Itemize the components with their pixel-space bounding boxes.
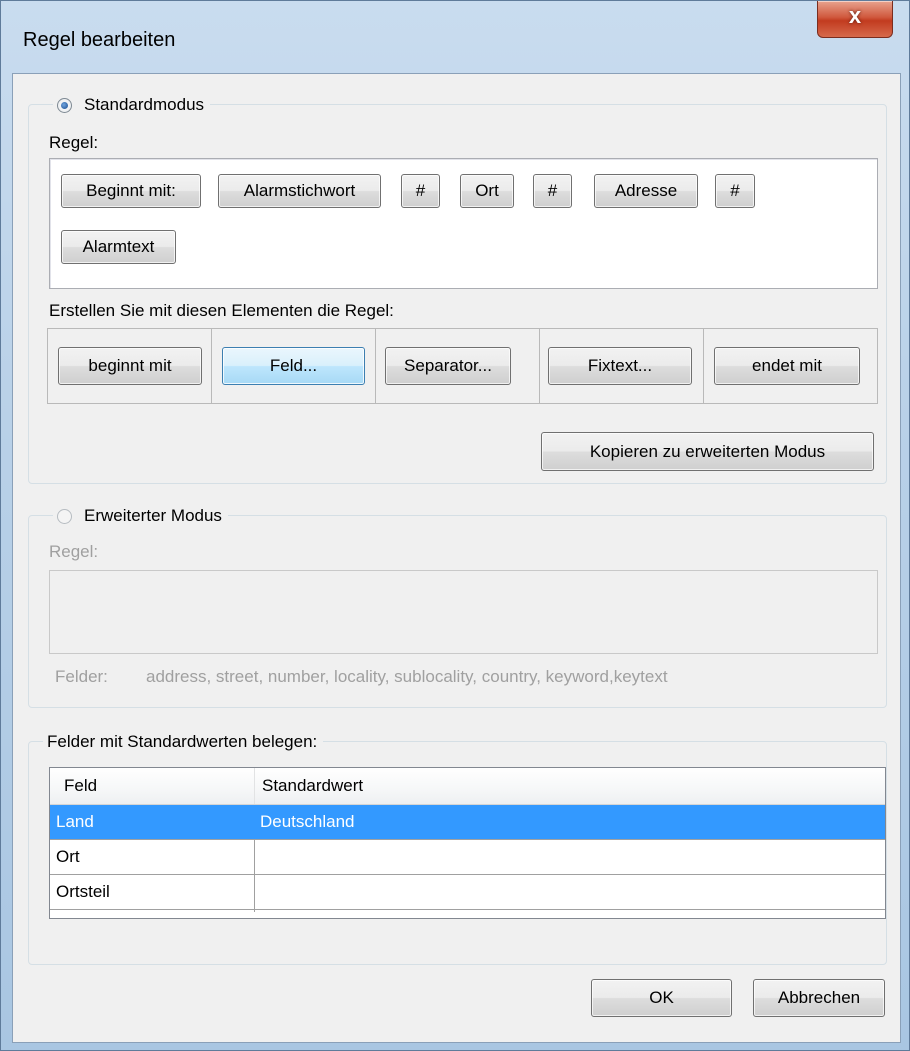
rule-token[interactable]: Alarmstichwort bbox=[218, 174, 381, 208]
defaults-group-legend: Felder mit Standardwerten belegen: bbox=[43, 731, 324, 753]
title-bar[interactable]: Regel bearbeiten x bbox=[1, 1, 909, 73]
advanced-rule-input bbox=[49, 570, 878, 654]
defaults-table[interactable]: Feld Standardwert Land Deutschland Ort O… bbox=[49, 767, 886, 919]
row-field: Land bbox=[56, 812, 94, 831]
standard-mode-radio[interactable]: Standardmodus bbox=[53, 94, 211, 116]
begins-with-button[interactable]: beginnt mit bbox=[58, 347, 202, 385]
row-field: Ort bbox=[56, 847, 80, 866]
grid-divider bbox=[50, 909, 885, 910]
rule-token[interactable]: Beginnt mit: bbox=[61, 174, 201, 208]
table-header: Feld Standardwert bbox=[50, 768, 885, 805]
rule-element-palette: beginnt mit Feld... Separator... Fixtext… bbox=[47, 328, 878, 404]
ends-with-button[interactable]: endet mit bbox=[714, 347, 860, 385]
rule-token[interactable]: # bbox=[401, 174, 440, 208]
grid-divider bbox=[50, 874, 885, 875]
separator-button[interactable]: Separator... bbox=[385, 347, 511, 385]
column-header-default[interactable]: Standardwert bbox=[254, 768, 884, 804]
rule-token[interactable]: # bbox=[533, 174, 572, 208]
grid-divider bbox=[254, 839, 255, 912]
defaults-group-label: Felder mit Standardwerten belegen: bbox=[47, 732, 318, 751]
cancel-button[interactable]: Abbrechen bbox=[753, 979, 885, 1017]
field-button[interactable]: Feld... bbox=[222, 347, 365, 385]
palette-label: Erstellen Sie mit diesen Elementen die R… bbox=[49, 301, 394, 320]
fixtext-button[interactable]: Fixtext... bbox=[548, 347, 692, 385]
advanced-mode-radio-icon[interactable] bbox=[57, 508, 72, 524]
row-value[interactable] bbox=[254, 875, 884, 909]
rule-token-box[interactable]: Beginnt mit: Alarmstichwort # Ort # Adre… bbox=[49, 158, 878, 289]
header-divider bbox=[254, 768, 255, 804]
standard-mode-label: Standardmodus bbox=[84, 95, 205, 114]
fields-list: address, street, number, locality, sublo… bbox=[146, 667, 668, 686]
rule-token[interactable]: Alarmtext bbox=[61, 230, 176, 264]
advanced-mode-radio[interactable]: Erweiterter Modus bbox=[53, 505, 228, 527]
row-value[interactable]: Deutschland bbox=[254, 805, 884, 839]
advanced-mode-label: Erweiterter Modus bbox=[84, 506, 222, 525]
rule-token[interactable]: Adresse bbox=[594, 174, 698, 208]
copy-to-advanced-button[interactable]: Kopieren zu erweiterten Modus bbox=[541, 432, 874, 471]
table-row[interactable]: Ortsteil bbox=[50, 875, 885, 909]
close-button[interactable]: x bbox=[817, 1, 893, 38]
table-row[interactable]: Land Deutschland bbox=[50, 805, 885, 839]
ok-button[interactable]: OK bbox=[591, 979, 732, 1017]
rule-token[interactable]: Ort bbox=[460, 174, 514, 208]
column-header-field[interactable]: Feld bbox=[50, 768, 254, 804]
close-icon: x bbox=[848, 3, 862, 28]
rule-token[interactable]: # bbox=[715, 174, 755, 208]
dialog-client-area: Standardmodus Regel: Beginnt mit: Alarms… bbox=[12, 73, 901, 1043]
advanced-rule-label: Regel: bbox=[49, 542, 99, 561]
grid-divider bbox=[50, 839, 885, 840]
row-value[interactable] bbox=[254, 840, 884, 874]
fields-label: Felder: bbox=[55, 667, 108, 686]
rule-label: Regel: bbox=[49, 133, 99, 152]
row-field: Ortsteil bbox=[56, 882, 110, 901]
table-row[interactable]: Ort bbox=[50, 840, 885, 874]
dialog-window: Regel bearbeiten x Standardmodus Regel: … bbox=[0, 0, 910, 1051]
standard-mode-radio-icon[interactable] bbox=[57, 97, 72, 113]
window-title: Regel bearbeiten bbox=[23, 29, 176, 51]
